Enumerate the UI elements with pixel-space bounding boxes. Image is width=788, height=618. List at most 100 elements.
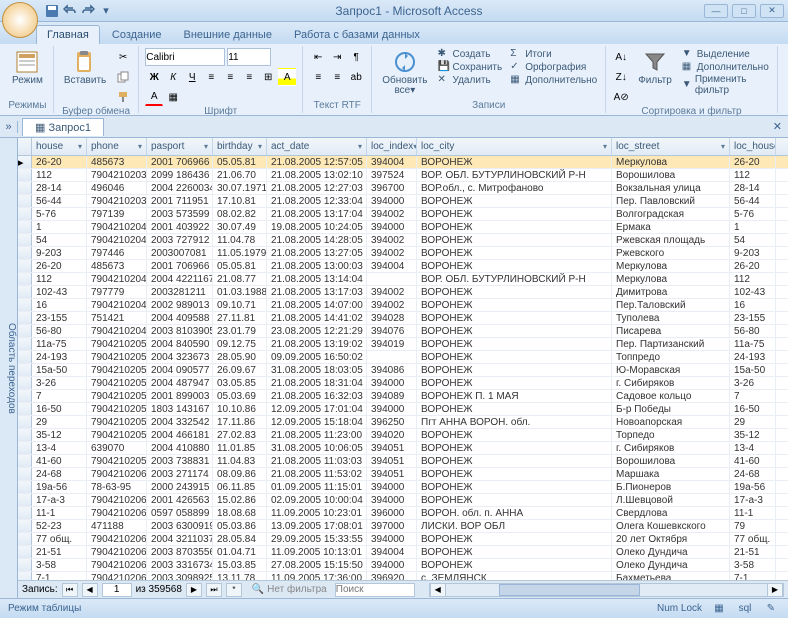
cell-birthday[interactable]: 05.05.81: [213, 260, 267, 272]
spelling[interactable]: ✓Орфография: [508, 61, 599, 73]
cell-birthday[interactable]: 30.07.1971: [213, 182, 267, 194]
cell-phone[interactable]: 79042102049: [87, 325, 147, 337]
cell-house[interactable]: 21-51: [32, 546, 87, 558]
ltr-icon[interactable]: ¶: [347, 48, 365, 66]
cell-birthday[interactable]: 30.07.49: [213, 221, 267, 233]
cell-house[interactable]: 9-203: [32, 247, 87, 259]
chevron-down-icon[interactable]: ▾: [358, 142, 362, 151]
cell-loc_street[interactable]: Маршака: [612, 468, 730, 480]
cell-loc_house[interactable]: 112: [730, 169, 776, 181]
cut-icon[interactable]: ✂: [114, 48, 132, 66]
cell-loc_city[interactable]: ВОРОНЕЖ: [417, 377, 612, 389]
cell-loc_house[interactable]: 56-44: [730, 195, 776, 207]
cell-house[interactable]: 7: [32, 390, 87, 402]
tab-create[interactable]: Создание: [102, 26, 172, 44]
row-selector[interactable]: [18, 325, 32, 337]
cell-loc_city[interactable]: ВОРОНЕЖ: [417, 221, 612, 233]
cell-loc_street[interactable]: Меркулова: [612, 273, 730, 285]
sort-desc-icon[interactable]: Z↓: [612, 68, 630, 86]
cell-birthday[interactable]: 11.04.83: [213, 455, 267, 467]
table-row[interactable]: 17-а-3790421020622001 42656315.02.8602.0…: [18, 494, 788, 507]
cell-loc_house[interactable]: 11-1: [730, 507, 776, 519]
cell-phone[interactable]: 79042102067: [87, 559, 147, 571]
table-row[interactable]: 112790421020342099 18643621.06.7021.08.2…: [18, 169, 788, 182]
table-row[interactable]: 24-193790421020512004 32367328.05.9009.0…: [18, 351, 788, 364]
cell-loc_index[interactable]: 394004: [367, 546, 417, 558]
cell-loc_street[interactable]: Ермака: [612, 221, 730, 233]
cell-loc_street[interactable]: Пер. Партизанский: [612, 338, 730, 350]
maximize-button[interactable]: □: [732, 4, 756, 18]
cell-phone[interactable]: 79042102047: [87, 299, 147, 311]
col-header-birthday[interactable]: birthday▾: [213, 138, 267, 155]
row-selector[interactable]: [18, 546, 32, 558]
cell-act_date[interactable]: 21.08.2005 13:02:10: [267, 169, 367, 181]
totals[interactable]: ΣИтоги: [508, 48, 599, 60]
cell-loc_street[interactable]: Писарева: [612, 325, 730, 337]
font-color-icon[interactable]: A: [145, 88, 163, 106]
row-selector[interactable]: [18, 247, 32, 259]
redo-icon[interactable]: [80, 3, 96, 19]
cell-act_date[interactable]: 29.09.2005 15:33:55: [267, 533, 367, 545]
table-row[interactable]: 26-204856732001 70696605.05.8121.08.2005…: [18, 260, 788, 273]
cell-loc_index[interactable]: 394051: [367, 442, 417, 454]
cell-phone[interactable]: 79042102060: [87, 468, 147, 480]
cell-loc_street[interactable]: Б.Пионеров: [612, 481, 730, 493]
cell-birthday[interactable]: 01.03.1988: [213, 286, 267, 298]
cell-pasport[interactable]: 2003 738831: [147, 455, 213, 467]
table-row[interactable]: 3-26790421020532004 48794703.05.8521.08.…: [18, 377, 788, 390]
cell-loc_street[interactable]: Топпредо: [612, 351, 730, 363]
cell-loc_street[interactable]: Ржевского: [612, 247, 730, 259]
cell-loc_street[interactable]: Меркулова: [612, 156, 730, 168]
new-record[interactable]: ✱Создать: [436, 48, 505, 60]
cell-house[interactable]: 7-1: [32, 572, 87, 580]
row-selector[interactable]: [18, 533, 32, 545]
table-row[interactable]: 16-50790421020551803 14316710.10.8612.09…: [18, 403, 788, 416]
row-selector[interactable]: [18, 208, 32, 220]
table-row[interactable]: 7790421020542001 89900305.03.6921.08.200…: [18, 390, 788, 403]
cell-loc_index[interactable]: 394000: [367, 377, 417, 389]
cell-birthday[interactable]: 08.09.86: [213, 468, 267, 480]
table-row[interactable]: 1790421020402001 40392230.07.4919.08.200…: [18, 221, 788, 234]
cell-loc_city[interactable]: ВОРОНЕЖ: [417, 559, 612, 571]
cell-phone[interactable]: 79042102066: [87, 546, 147, 558]
cell-loc_city[interactable]: Пгт АННА ВОРОН. обл.: [417, 416, 612, 428]
row-selector[interactable]: [18, 442, 32, 454]
cell-loc_street[interactable]: Л.Шевцовой: [612, 494, 730, 506]
row-selector[interactable]: [18, 416, 32, 428]
bold-button[interactable]: Ж: [145, 68, 163, 86]
cell-loc_street[interactable]: Ворошилова: [612, 169, 730, 181]
cell-birthday[interactable]: 17.10.81: [213, 195, 267, 207]
cell-loc_index[interactable]: 397000: [367, 520, 417, 532]
save-icon[interactable]: [44, 3, 60, 19]
cell-phone[interactable]: 485673: [87, 260, 147, 272]
row-selector[interactable]: [18, 455, 32, 467]
cell-phone[interactable]: 79042102068: [87, 572, 147, 580]
cell-loc_index[interactable]: 394020: [367, 429, 417, 441]
cell-loc_city[interactable]: ВОРОНЕЖ: [417, 455, 612, 467]
cell-pasport[interactable]: 2004 410880: [147, 442, 213, 454]
cell-phone[interactable]: 496046: [87, 182, 147, 194]
cell-act_date[interactable]: 21.08.2005 13:27:05: [267, 247, 367, 259]
search-box[interactable]: [335, 583, 415, 597]
more-records[interactable]: ▦Дополнительно: [508, 74, 599, 86]
cell-loc_city[interactable]: ВОР.обл., с. Митрофаново: [417, 182, 612, 194]
row-selector[interactable]: [18, 377, 32, 389]
cell-phone[interactable]: 79042102054: [87, 390, 147, 402]
cell-pasport[interactable]: 2000 243915: [147, 481, 213, 493]
table-row[interactable]: 56-44790421020362001 71195117.10.8121.08…: [18, 195, 788, 208]
cell-loc_city[interactable]: ВОРОНЕЖ: [417, 403, 612, 415]
cell-house[interactable]: 16: [32, 299, 87, 311]
cell-act_date[interactable]: 21.08.2005 12:33:04: [267, 195, 367, 207]
design-view-icon[interactable]: ✎: [762, 600, 780, 618]
grid-body[interactable]: ▸26-204856732001 70696605.05.8121.08.200…: [18, 156, 788, 580]
cell-house[interactable]: 19а-56: [32, 481, 87, 493]
row-selector[interactable]: [18, 234, 32, 246]
cell-birthday[interactable]: 18.08.68: [213, 507, 267, 519]
font-size-select[interactable]: [227, 48, 271, 66]
cell-loc_city[interactable]: ВОРОНЕЖ: [417, 468, 612, 480]
row-selector[interactable]: [18, 559, 32, 571]
cell-house[interactable]: 17-а-3: [32, 494, 87, 506]
cell-loc_house[interactable]: 5-76: [730, 208, 776, 220]
cell-pasport[interactable]: 2001 706966: [147, 260, 213, 272]
cell-loc_index[interactable]: 394000: [367, 481, 417, 493]
